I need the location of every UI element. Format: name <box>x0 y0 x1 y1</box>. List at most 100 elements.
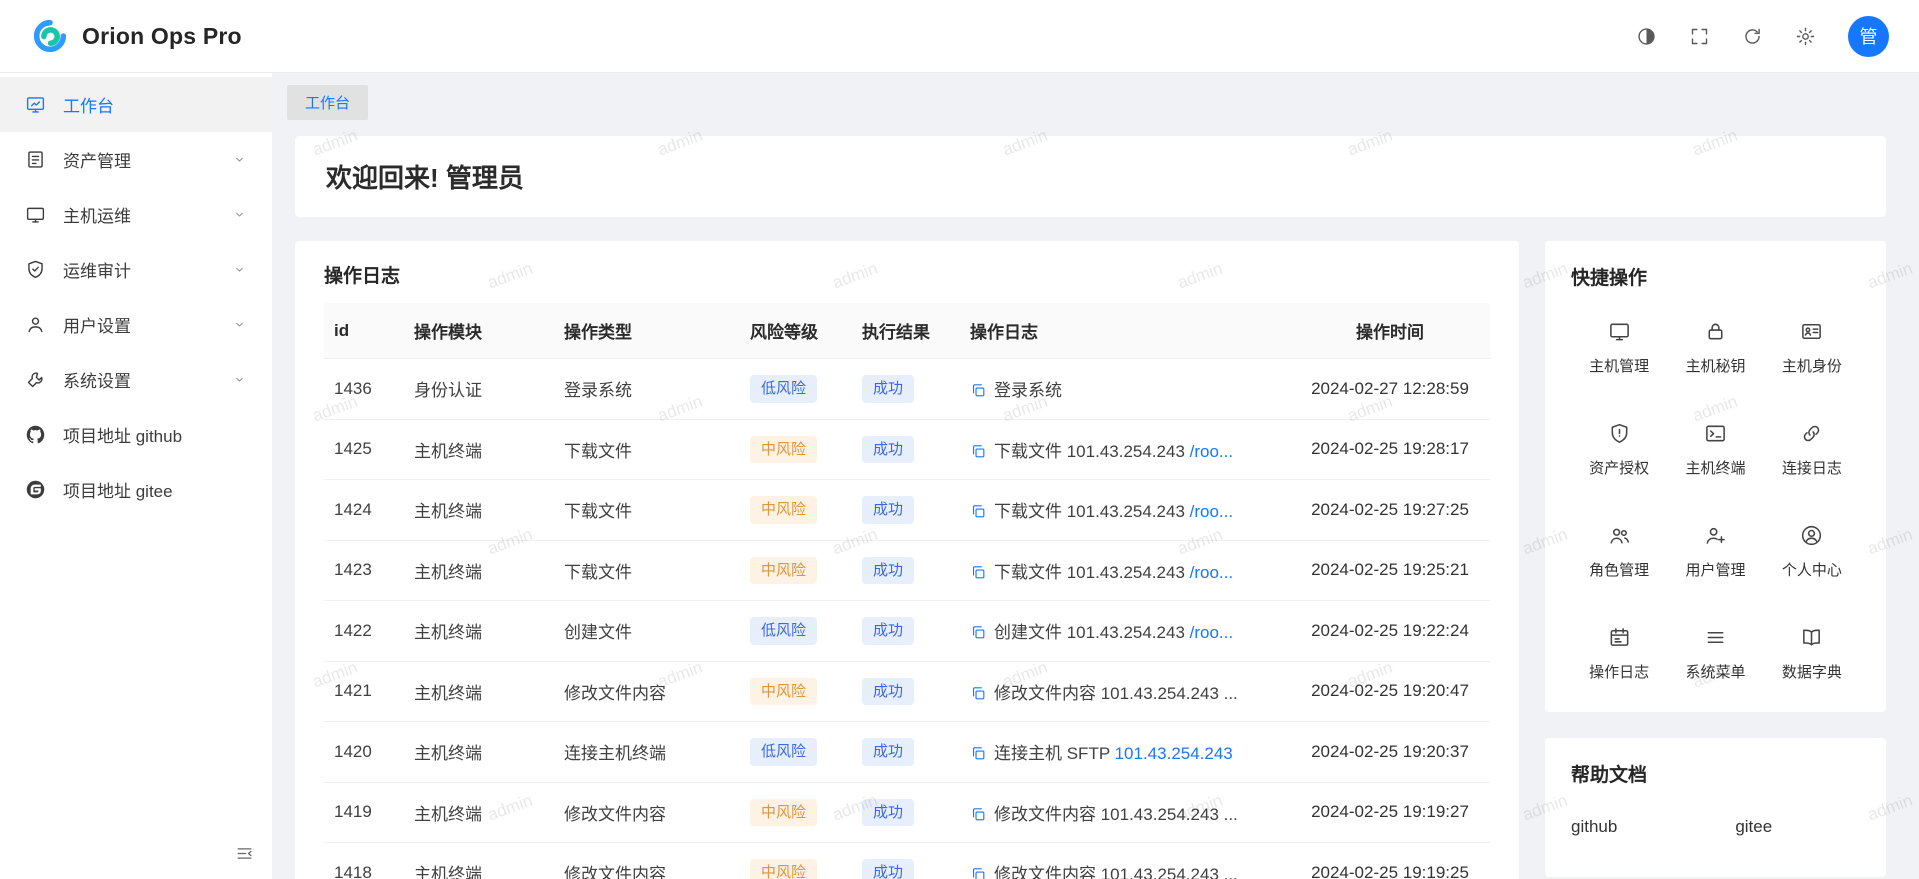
quick-action-monitor[interactable]: 主机管理 <box>1571 320 1667 376</box>
help-title: 帮助文档 <box>1571 760 1860 787</box>
sidebar-item-label: 主机运维 <box>63 202 131 227</box>
result-badge: 成功 <box>862 617 914 645</box>
risk-badge: 中风险 <box>750 678 817 706</box>
copy-icon[interactable] <box>970 443 987 460</box>
refresh-button[interactable] <box>1742 26 1763 47</box>
cell-time: 2024-02-25 19:20:37 <box>1290 722 1490 783</box>
cell-id: 1422 <box>324 601 404 662</box>
right-column: 快捷操作 主机管理主机秘钥主机身份资产授权主机终端连接日志角色管理用户管理个人中… <box>1545 241 1886 877</box>
sidebar-item-label: 项目地址 github <box>63 422 182 447</box>
sidebar-item[interactable]: 运维审计 <box>0 242 272 297</box>
brand[interactable]: Orion Ops Pro <box>30 16 242 56</box>
sidebar-item[interactable]: 项目地址 github <box>0 407 272 462</box>
sidebar-item[interactable]: 系统设置 <box>0 352 272 407</box>
result-badge: 成功 <box>862 436 914 464</box>
sidebar-menu: 工作台资产管理主机运维运维审计用户设置系统设置项目地址 github 项目地址 g… <box>0 77 272 517</box>
log-link[interactable]: /roo... <box>1190 563 1233 582</box>
cell-module: 主机终端 <box>404 419 554 480</box>
sidebar-item-label: 工作台 <box>63 92 114 117</box>
quick-action-lock[interactable]: 主机秘钥 <box>1667 320 1763 376</box>
sidebar-item[interactable]: 资产管理 <box>0 132 272 187</box>
theme-button[interactable] <box>1636 26 1657 47</box>
cell-module: 主机终端 <box>404 661 554 722</box>
cell-time: 2024-02-25 19:19:27 <box>1290 782 1490 843</box>
log-text: 创建文件 101.43.254.243 <box>994 623 1190 642</box>
quick-action-calendar[interactable]: 操作日志 <box>1571 626 1667 682</box>
cell-type: 下载文件 <box>554 540 740 601</box>
quick-action-shield[interactable]: 资产授权 <box>1571 422 1667 478</box>
help-link-github[interactable]: github <box>1571 817 1617 837</box>
monitor-icon <box>1608 320 1631 343</box>
cell-type: 修改文件内容 <box>554 782 740 843</box>
copy-icon[interactable] <box>970 866 987 879</box>
cell-module: 身份认证 <box>404 359 554 420</box>
quick-action-terminal[interactable]: 主机终端 <box>1667 422 1763 478</box>
cell-module: 主机终端 <box>404 843 554 879</box>
column-header: 操作日志 <box>960 303 1290 359</box>
content: 欢迎回来! 管理员 操作日志 id操作模块操作类型风险等级执行结果操作日志操作时… <box>272 126 1919 879</box>
sidebar-item-label: 资产管理 <box>63 147 131 172</box>
cell-id: 1420 <box>324 722 404 783</box>
quick-action-user-circle[interactable]: 个人中心 <box>1764 524 1860 580</box>
risk-badge: 中风险 <box>750 859 817 879</box>
oplog-row: 1419主机终端修改文件内容中风险成功修改文件内容 101.43.254.243… <box>324 782 1490 843</box>
oplog-row: 1422主机终端创建文件低风险成功创建文件 101.43.254.243 /ro… <box>324 601 1490 662</box>
result-badge: 成功 <box>862 678 914 706</box>
menu-fold-icon[interactable] <box>235 844 254 863</box>
risk-badge: 中风险 <box>750 557 817 585</box>
sidebar-item-label: 运维审计 <box>63 257 131 282</box>
copy-icon[interactable] <box>970 685 987 702</box>
quick-action-team[interactable]: 角色管理 <box>1571 524 1667 580</box>
copy-icon[interactable] <box>970 503 987 520</box>
cell-type: 下载文件 <box>554 480 740 541</box>
sidebar-item-label: 用户设置 <box>63 312 131 337</box>
user-avatar[interactable]: 管 <box>1848 16 1889 57</box>
fullscreen-button[interactable] <box>1689 26 1710 47</box>
log-text: 下载文件 101.43.254.243 <box>994 563 1190 582</box>
quick-action-user-add[interactable]: 用户管理 <box>1667 524 1763 580</box>
help-link-gitee[interactable]: gitee <box>1735 817 1772 837</box>
log-text: 连接主机 SFTP <box>994 744 1115 763</box>
quick-action-label: 系统菜单 <box>1685 661 1745 682</box>
cell-type: 连接主机终端 <box>554 722 740 783</box>
column-header: id <box>324 303 404 359</box>
result-badge: 成功 <box>862 738 914 766</box>
sidebar-item[interactable]: 用户设置 <box>0 297 272 352</box>
cell-type: 登录系统 <box>554 359 740 420</box>
sidebar-item[interactable]: 工作台 <box>0 77 272 132</box>
cell-id: 1419 <box>324 782 404 843</box>
log-link[interactable]: /roo... <box>1190 442 1233 461</box>
sidebar-item[interactable]: 主机运维 <box>0 187 272 242</box>
cell-id: 1421 <box>324 661 404 722</box>
copy-icon[interactable] <box>970 382 987 399</box>
audit-icon <box>25 259 46 280</box>
log-link[interactable]: /roo... <box>1190 502 1233 521</box>
chevron-down-icon <box>232 372 247 387</box>
quick-action-label: 资产授权 <box>1589 457 1649 478</box>
cell-module: 主机终端 <box>404 601 554 662</box>
lock-icon <box>1704 320 1727 343</box>
user-icon <box>25 314 46 335</box>
oplog-row: 1436身份认证登录系统低风险成功登录系统2024-02-27 12:28:59 <box>324 359 1490 420</box>
copy-icon[interactable] <box>970 564 987 581</box>
copy-icon[interactable] <box>970 745 987 762</box>
link-icon <box>1800 422 1823 445</box>
tab-workbench[interactable]: 工作台 <box>287 85 368 120</box>
team-icon <box>1608 524 1631 547</box>
quick-action-book[interactable]: 数据字典 <box>1764 626 1860 682</box>
result-badge: 成功 <box>862 799 914 827</box>
user-add-icon <box>1704 524 1727 547</box>
chevron-down-icon <box>232 317 247 332</box>
sidebar-item[interactable]: 项目地址 gitee <box>0 462 272 517</box>
copy-icon[interactable] <box>970 806 987 823</box>
oplog-header-row: id操作模块操作类型风险等级执行结果操作日志操作时间 <box>324 303 1490 359</box>
log-link[interactable]: 101.43.254.243 <box>1115 744 1233 763</box>
app-logo-icon <box>30 16 70 56</box>
quick-action-id-card[interactable]: 主机身份 <box>1764 320 1860 376</box>
quick-action-link[interactable]: 连接日志 <box>1764 422 1860 478</box>
settings-button[interactable] <box>1795 26 1816 47</box>
theme-icon <box>1636 26 1657 47</box>
log-link[interactable]: /roo... <box>1190 623 1233 642</box>
copy-icon[interactable] <box>970 624 987 641</box>
quick-action-menu[interactable]: 系统菜单 <box>1667 626 1763 682</box>
